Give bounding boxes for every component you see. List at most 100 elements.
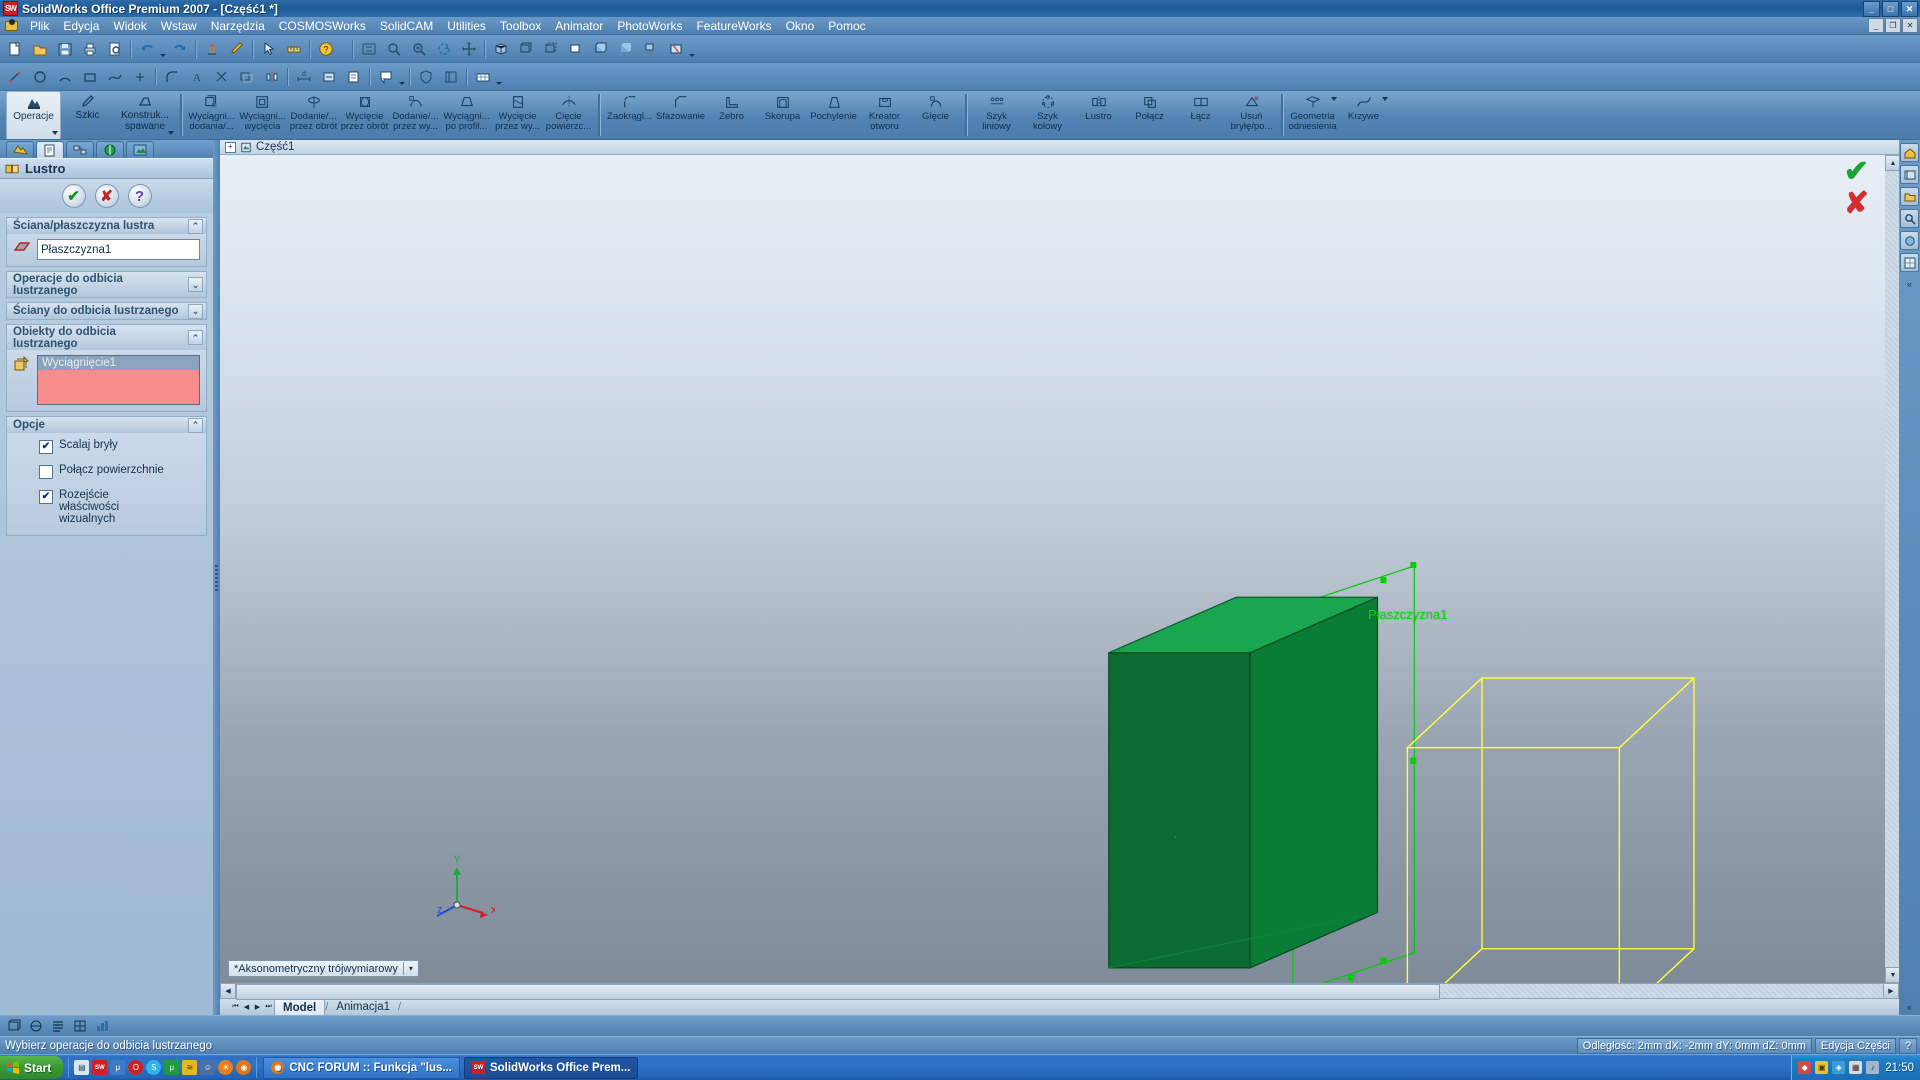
checkbox-propagate-visual-properties[interactable] xyxy=(39,490,53,504)
menu-item-animator[interactable]: Animator xyxy=(548,18,610,34)
cmd-chamfer[interactable]: Sfazowanie xyxy=(655,91,706,139)
skype-icon[interactable]: S xyxy=(146,1060,162,1075)
taskbar-clock[interactable]: 21:50 xyxy=(1885,1062,1914,1074)
menu-item-widok[interactable]: Widok xyxy=(106,18,153,34)
design-library-icon[interactable] xyxy=(1900,165,1919,184)
expand-tree-icon[interactable]: + xyxy=(225,141,236,153)
curves-dropdown-icon[interactable] xyxy=(1382,97,1388,101)
sketch-mirror-icon[interactable] xyxy=(260,65,283,88)
appearance-icon[interactable] xyxy=(439,65,462,88)
minimize-button[interactable]: _ xyxy=(1863,1,1880,17)
cmd-loft-boss[interactable]: Wyciągni... po profil... xyxy=(441,91,492,139)
zoom-to-area-icon[interactable] xyxy=(382,37,405,60)
annotation-note-icon[interactable] xyxy=(374,65,397,88)
display-style-dropdown-arrow[interactable] xyxy=(688,36,696,61)
bottom-chart-icon[interactable] xyxy=(92,1017,112,1036)
task-pane-home-icon[interactable] xyxy=(1900,143,1919,162)
new-document-icon[interactable] xyxy=(3,37,26,60)
expand-chevron-icon-2[interactable]: ⌄ xyxy=(188,303,203,319)
cmd-revolve-boss[interactable]: Dodanie/... przez obrót xyxy=(288,91,339,139)
hscroll-track[interactable] xyxy=(236,984,1883,1000)
cmd-mirror[interactable]: Lustro xyxy=(1073,91,1124,139)
maximize-button[interactable]: □ xyxy=(1882,1,1899,17)
menu-item-cosmosworks[interactable]: COSMOSWorks xyxy=(272,18,373,34)
section-view-icon[interactable] xyxy=(664,37,687,60)
help-icon[interactable]: ? xyxy=(314,37,337,60)
start-button[interactable]: Start xyxy=(0,1056,64,1079)
mirror-face-input[interactable]: Płaszczyzna1 xyxy=(37,239,200,260)
menu-item-okno[interactable]: Okno xyxy=(779,18,822,34)
task-pane-expand-icon[interactable]: « xyxy=(1903,998,1916,1015)
cmd-sweep-boss[interactable]: Dodanie/... przez wy... xyxy=(390,91,441,139)
app-menu-icon[interactable] xyxy=(3,18,20,33)
tab-konstrukcje-spawane[interactable]: Konstruk... spawane xyxy=(114,91,176,139)
hscroll-thumb[interactable] xyxy=(236,984,1441,1000)
cmd-fillet[interactable]: Zaokrągl... xyxy=(604,91,655,139)
help-button[interactable]: ? xyxy=(127,184,152,208)
bottom-grid-icon[interactable] xyxy=(70,1017,90,1036)
hidden-lines-removed-icon[interactable] xyxy=(564,37,587,60)
add-relation-icon[interactable] xyxy=(317,65,340,88)
table-dropdown-arrow[interactable] xyxy=(495,64,503,89)
cmd-draft[interactable]: Pochylenie xyxy=(808,91,859,139)
shield-check-icon[interactable] xyxy=(414,65,437,88)
display-manager-tab[interactable] xyxy=(126,141,154,158)
group-faces-to-mirror-header[interactable]: Ściany do odbicia lustrzanego ⌄ xyxy=(7,303,206,319)
cmd-sweep-cut[interactable]: Wycięcie przez wy... xyxy=(492,91,543,139)
shaded-icon[interactable] xyxy=(614,37,637,60)
taskbar-task-cnc-forum[interactable]: ◉ CNC FORUM :: Funkcja "lus... xyxy=(263,1056,460,1079)
rotate-view-icon[interactable] xyxy=(432,37,455,60)
cmd-circular-pattern[interactable]: Szyk kołowy xyxy=(1022,91,1073,139)
group-options-header[interactable]: Opcje ⌃ xyxy=(7,417,206,433)
sketch-fillet-icon[interactable] xyxy=(160,65,183,88)
list-item[interactable]: Wyciągnięcie1 xyxy=(38,356,199,370)
sketch-rectangle-icon[interactable] xyxy=(78,65,101,88)
bottom-shaded-icon[interactable] xyxy=(4,1017,24,1036)
view-orientation-icon[interactable] xyxy=(489,37,512,60)
collapse-chevron-icon[interactable]: ⌃ xyxy=(188,218,203,234)
rebuild-icon[interactable] xyxy=(200,37,223,60)
configuration-manager-tab[interactable] xyxy=(66,141,94,158)
option-propagate-visual-properties[interactable]: Rozejście właściwości wizualnych xyxy=(39,489,200,525)
tab-prev-icon[interactable]: ◀ xyxy=(241,1001,252,1014)
expand-chevron-icon[interactable]: ⌄ xyxy=(188,277,203,292)
cmd-flex[interactable]: Gięcie xyxy=(910,91,961,139)
sketch-offset-icon[interactable] xyxy=(235,65,258,88)
confirm-cancel-icon[interactable]: ✘ xyxy=(1844,189,1869,219)
network-icon[interactable]: ▣ xyxy=(1815,1061,1829,1074)
scroll-up-button[interactable]: ▲ xyxy=(1885,155,1899,171)
cmd-delete-body[interactable]: Usuń bryłę/po... xyxy=(1226,91,1277,139)
measure-icon[interactable] xyxy=(282,37,305,60)
open-document-icon[interactable] xyxy=(28,37,51,60)
winamp-icon[interactable]: ≋ xyxy=(182,1060,198,1075)
tab-last-icon[interactable]: ⏭ xyxy=(263,1001,274,1014)
menu-item-photoworks[interactable]: PhotoWorks xyxy=(610,18,689,34)
checkbox-merge-solids[interactable] xyxy=(39,440,53,454)
utorrent-icon[interactable]: μ xyxy=(110,1060,126,1075)
cmd-combine[interactable]: Połącz xyxy=(1124,91,1175,139)
tab-konstrukcje-dropdown-icon[interactable] xyxy=(168,131,174,135)
cmd-shell[interactable]: Skorupa xyxy=(757,91,808,139)
security-icon[interactable]: ◈ xyxy=(1832,1061,1846,1074)
solidworks-quicklaunch-icon[interactable]: SW xyxy=(92,1060,108,1075)
shaded-with-edges-icon[interactable] xyxy=(589,37,612,60)
gadu-gadu-icon[interactable]: ☺ xyxy=(200,1060,216,1075)
tab-first-icon[interactable]: ⏮ xyxy=(230,1001,241,1014)
opera-icon[interactable]: O xyxy=(128,1060,144,1075)
panel-splitter[interactable] xyxy=(213,140,220,1015)
collapse-chevron-icon-2[interactable]: ⌃ xyxy=(188,330,203,345)
group-bodies-to-mirror-header[interactable]: Obiekty do odbicia lustrzanego ⌃ xyxy=(7,325,206,350)
redo-icon[interactable] xyxy=(168,37,191,60)
sketch-circle-icon[interactable] xyxy=(28,65,51,88)
menu-item-featureworks[interactable]: FeatureWorks xyxy=(689,18,778,34)
save-icon[interactable] xyxy=(53,37,76,60)
file-explorer-icon[interactable] xyxy=(1900,187,1919,206)
menu-item-edycja[interactable]: Edycja xyxy=(56,18,106,34)
mu-icon[interactable]: μ xyxy=(164,1060,180,1075)
print-icon[interactable] xyxy=(78,37,101,60)
sketch-point-icon[interactable] xyxy=(128,65,151,88)
tab-model[interactable]: Model xyxy=(274,999,326,1015)
zoom-to-fit-icon[interactable] xyxy=(357,37,380,60)
horizontal-scrollbar[interactable]: ◀ ▶ xyxy=(220,983,1899,1000)
antivirus-icon[interactable]: ▦ xyxy=(1849,1061,1863,1074)
